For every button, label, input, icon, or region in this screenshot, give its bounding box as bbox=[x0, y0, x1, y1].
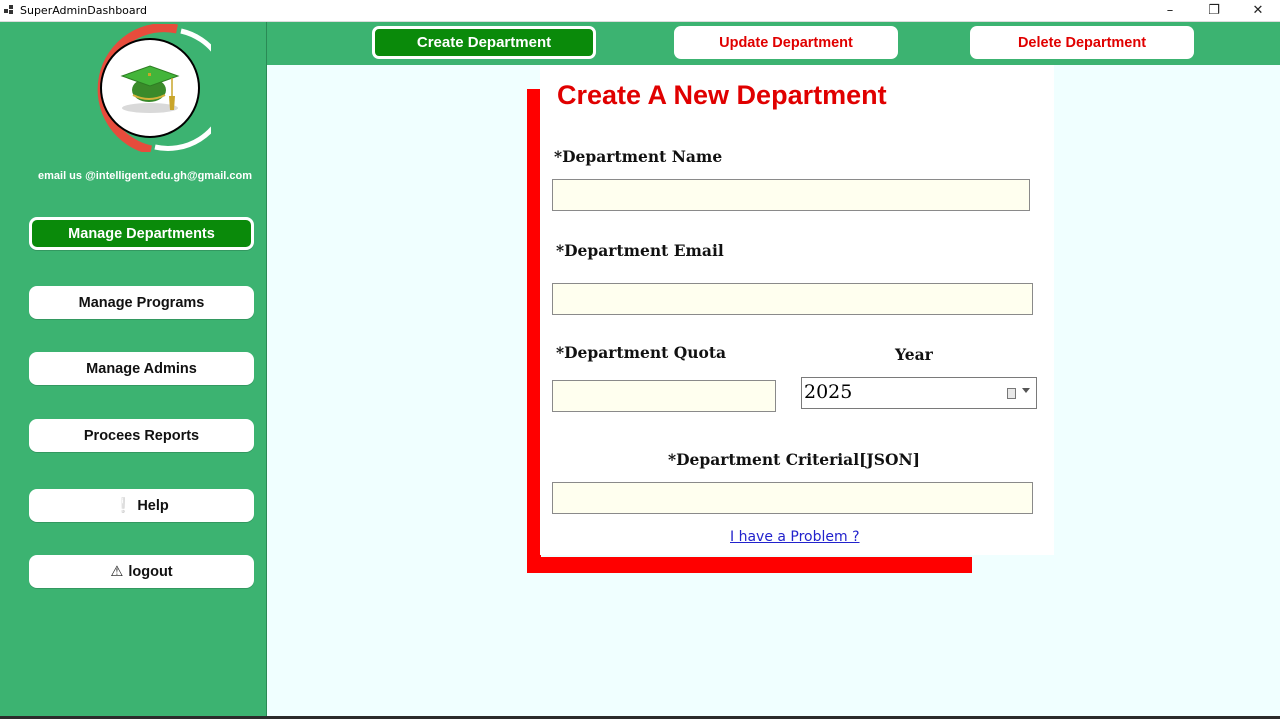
process-reports-label: Procees Reports bbox=[83, 427, 200, 444]
logo bbox=[89, 24, 211, 152]
department-criteria-input[interactable] bbox=[552, 482, 1033, 514]
manage-departments-button[interactable]: Manage Departments bbox=[29, 217, 254, 250]
manage-departments-label: Manage Departments bbox=[68, 225, 215, 242]
year-date-picker[interactable]: 2025 bbox=[801, 377, 1037, 409]
tab-create-department-label: Create Department bbox=[416, 34, 552, 51]
year-label: Year bbox=[895, 345, 933, 364]
department-quota-label: *Department Quota bbox=[556, 343, 727, 362]
manage-programs-button[interactable]: Manage Programs bbox=[29, 286, 254, 319]
tab-update-department[interactable]: Update Department bbox=[674, 26, 898, 59]
logout-button[interactable]: ⚠ logout bbox=[29, 555, 254, 588]
tab-delete-department[interactable]: Delete Department bbox=[970, 26, 1194, 59]
graduation-cap-icon bbox=[120, 65, 180, 113]
help-button[interactable]: ❕ Help bbox=[29, 489, 254, 522]
help-label: Help bbox=[137, 497, 169, 514]
department-name-input[interactable] bbox=[552, 179, 1030, 211]
form-accent-bottom bbox=[527, 557, 972, 573]
form-title: Create A New Department bbox=[557, 80, 887, 110]
warning-icon: ⚠ bbox=[110, 563, 124, 580]
form-accent-left bbox=[527, 89, 541, 573]
department-email-label: *Department Email bbox=[556, 241, 724, 260]
tab-update-department-label: Update Department bbox=[719, 34, 853, 51]
chevron-down-icon[interactable] bbox=[1022, 388, 1030, 393]
close-button[interactable]: ✕ bbox=[1236, 0, 1280, 21]
minimize-button[interactable]: – bbox=[1148, 0, 1192, 21]
exclamation-icon: ❕ bbox=[114, 498, 133, 514]
tab-delete-department-label: Delete Department bbox=[1017, 34, 1147, 51]
restore-button[interactable]: ❐ bbox=[1192, 0, 1236, 21]
report-problem-link[interactable]: I have a Problem ? bbox=[730, 529, 860, 545]
app-icon bbox=[4, 5, 14, 15]
logo-badge bbox=[100, 38, 200, 138]
window-title-bar: SuperAdminDashboard – ❐ ✕ bbox=[0, 0, 1280, 22]
contact-email-text: email us @intelligent.edu.gh@gmail.com bbox=[38, 170, 252, 182]
tab-create-department[interactable]: Create Department bbox=[372, 26, 596, 59]
manage-admins-button[interactable]: Manage Admins bbox=[29, 352, 254, 385]
logout-label: logout bbox=[128, 563, 173, 580]
manage-admins-label: Manage Admins bbox=[86, 360, 197, 377]
manage-programs-label: Manage Programs bbox=[78, 294, 205, 311]
department-email-input[interactable] bbox=[552, 283, 1033, 315]
window-title: SuperAdminDashboard bbox=[20, 4, 147, 17]
department-criteria-label: *Department Criterial[JSON] bbox=[668, 450, 920, 469]
calendar-icon[interactable] bbox=[1007, 388, 1016, 399]
top-action-bar: Create Department Update Department Dele… bbox=[267, 22, 1280, 65]
department-quota-input[interactable] bbox=[552, 380, 776, 412]
process-reports-button[interactable]: Procees Reports bbox=[29, 419, 254, 452]
sidebar: email us @intelligent.edu.gh@gmail.com M… bbox=[0, 22, 267, 719]
department-name-label: *Department Name bbox=[554, 147, 723, 166]
year-value: 2025 bbox=[804, 381, 853, 403]
